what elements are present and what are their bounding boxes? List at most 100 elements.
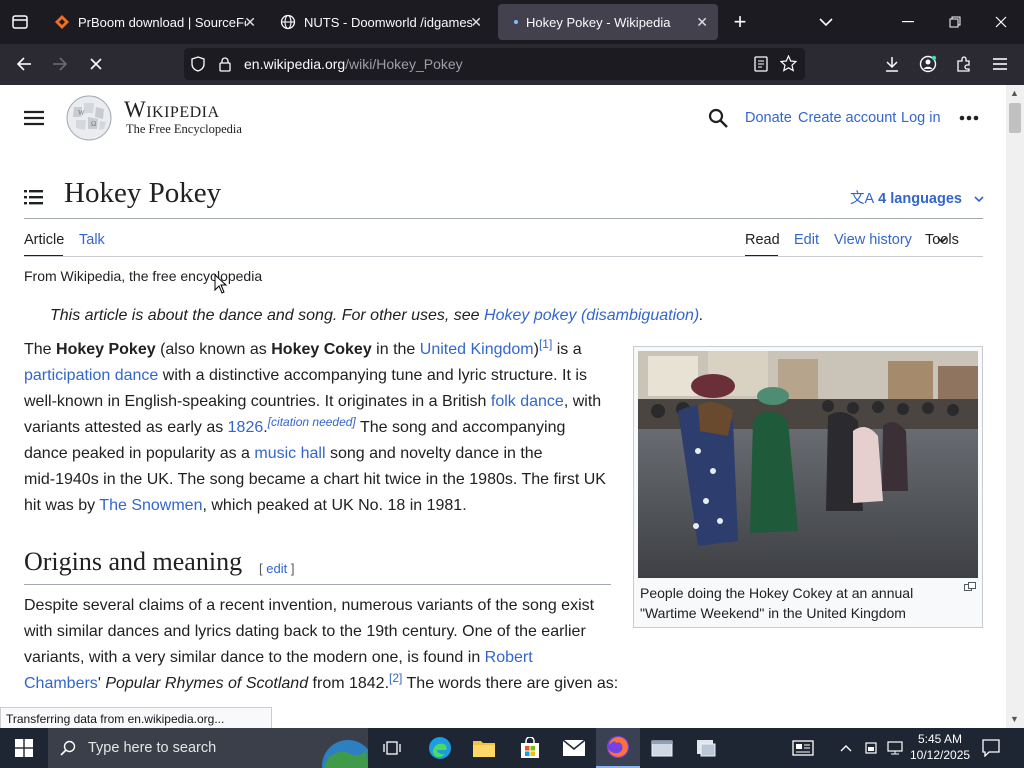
- firefox-app[interactable]: [596, 728, 640, 768]
- list-all-tabs-button[interactable]: [814, 10, 838, 34]
- robert-chambers-link[interactable]: Chambers: [24, 675, 98, 692]
- chevron-up-icon[interactable]: [840, 744, 852, 752]
- stop-icon: [90, 58, 102, 70]
- close-tab-icon[interactable]: ✕: [244, 14, 256, 31]
- year-1826-link[interactable]: 1826: [228, 419, 264, 436]
- image-caption: People doing the Hokey Cokey at an annua…: [640, 583, 913, 623]
- chevron-down-icon: [819, 17, 833, 26]
- robert-chambers-link[interactable]: Robert: [485, 649, 533, 666]
- firefox-view-button[interactable]: [8, 10, 32, 34]
- tab-talk[interactable]: Talk: [79, 232, 105, 248]
- intro-line: dance peaked in popularity as a music ha…: [24, 441, 606, 467]
- lock-icon[interactable]: [218, 56, 232, 72]
- start-button[interactable]: [2, 728, 46, 768]
- enlarge-icon[interactable]: [964, 582, 976, 591]
- disambiguation-link[interactable]: Hokey pokey (disambiguation): [484, 307, 699, 324]
- text: (also known as: [155, 341, 272, 358]
- reference-1-link[interactable]: [1]: [539, 337, 552, 351]
- book-title: Popular Rhymes of Scotland: [105, 675, 309, 692]
- origins-paragraph: Despite several claims of a recent inven…: [24, 593, 618, 697]
- mail-app[interactable]: [552, 728, 596, 768]
- tabs-divider: [24, 256, 983, 257]
- network-icon[interactable]: [886, 740, 904, 756]
- edit-section-link[interactable]: edit: [266, 561, 287, 576]
- united-kingdom-link[interactable]: United Kingdom: [420, 341, 534, 358]
- scroll-up-arrow-icon[interactable]: ▲: [1010, 88, 1019, 98]
- loading-dot-icon: [514, 20, 518, 24]
- tab-nuts[interactable]: NUTS - Doomworld /idgames d ✕: [270, 4, 492, 40]
- store-app[interactable]: [508, 728, 552, 768]
- intro-paragraph: The Hokey Pokey (also known as Hokey Cok…: [24, 337, 606, 519]
- more-options-icon[interactable]: [959, 115, 979, 121]
- clock[interactable]: 5:45 AM 10/12/2025: [910, 731, 970, 763]
- file-explorer-app[interactable]: [462, 728, 506, 768]
- music-hall-link[interactable]: music hall: [254, 445, 325, 462]
- wikipedia-globe-logo[interactable]: W Ω: [64, 95, 116, 141]
- text: is a: [552, 341, 582, 358]
- restore-button[interactable]: [943, 10, 967, 34]
- text: with a distinctive accompanying tune and…: [158, 367, 587, 384]
- tab-tools[interactable]: Tools: [925, 232, 959, 248]
- firefox-icon: [607, 736, 629, 758]
- table-of-contents-icon[interactable]: [24, 189, 44, 205]
- store-bag-icon: [521, 737, 539, 758]
- scrollbar-thumb[interactable]: [1009, 103, 1021, 133]
- search-icon[interactable]: [708, 108, 728, 128]
- citation-needed-link[interactable]: [citation needed]: [268, 415, 356, 429]
- forward-button[interactable]: [48, 52, 72, 76]
- new-tab-button[interactable]: +: [728, 9, 752, 34]
- wikipedia-wordmark[interactable]: Wikipedia: [124, 97, 220, 123]
- url-text[interactable]: en.wikipedia.org/wiki/Hokey_Pokey: [244, 56, 463, 72]
- reader-view-icon[interactable]: [754, 56, 768, 72]
- task-view-icon: [383, 741, 401, 755]
- app-window-1[interactable]: [640, 728, 684, 768]
- bookmark-star-icon[interactable]: [780, 55, 797, 72]
- search-highlight-globe-icon: [322, 740, 368, 768]
- address-bar[interactable]: en.wikipedia.org/wiki/Hokey_Pokey: [184, 48, 805, 80]
- extensions-button[interactable]: [952, 52, 976, 76]
- app-window-2[interactable]: [684, 728, 728, 768]
- back-button[interactable]: [12, 52, 36, 76]
- tab-read[interactable]: Read: [745, 232, 780, 248]
- wikipedia-tagline: The Free Encyclopedia: [126, 122, 242, 136]
- account-button[interactable]: [916, 52, 940, 76]
- tab-title: PrBoom download | SourceForg: [78, 14, 246, 30]
- notifications-icon[interactable]: [982, 739, 1000, 757]
- downloads-button[interactable]: [880, 52, 904, 76]
- participation-dance-link[interactable]: participation dance: [24, 367, 158, 384]
- battery-icon[interactable]: [864, 741, 878, 755]
- close-tab-icon[interactable]: ✕: [470, 14, 482, 31]
- scroll-down-arrow-icon[interactable]: ▼: [1010, 714, 1019, 724]
- minimize-icon: [902, 21, 914, 23]
- stop-loading-button[interactable]: [84, 52, 108, 76]
- tools-label: Tools: [925, 232, 959, 248]
- language-button[interactable]: 文A 4 languages: [850, 187, 984, 208]
- tab-prboom[interactable]: PrBoom download | SourceForg ✕: [44, 4, 266, 40]
- log-in-link[interactable]: Log in: [901, 110, 941, 126]
- task-view-button[interactable]: [370, 728, 414, 768]
- close-tab-icon[interactable]: ✕: [696, 14, 708, 31]
- dancers-photo[interactable]: [638, 351, 978, 578]
- text: dance peaked in popularity as a: [24, 445, 255, 462]
- reference-2-link[interactable]: [2]: [389, 671, 402, 685]
- news-widget-icon[interactable]: [792, 740, 814, 756]
- taskbar-search-box[interactable]: Type here to search: [48, 728, 368, 768]
- donate-link[interactable]: Donate: [745, 110, 792, 126]
- create-account-link[interactable]: Create account: [798, 110, 896, 126]
- intro-line: The Hokey Pokey (also known as Hokey Cok…: [24, 337, 606, 363]
- tab-hokey-pokey[interactable]: Hokey Pokey - Wikipedia ✕: [498, 4, 718, 40]
- the-snowmen-link[interactable]: The Snowmen: [99, 497, 202, 514]
- folk-dance-link[interactable]: folk dance: [491, 393, 564, 410]
- page-scrollbar[interactable]: ▲ ▼: [1006, 85, 1024, 728]
- close-window-button[interactable]: [989, 10, 1013, 34]
- intro-line: participation dance with a distinctive a…: [24, 363, 606, 389]
- app-menu-button[interactable]: [988, 52, 1012, 76]
- tab-article[interactable]: Article: [24, 232, 64, 248]
- main-menu-icon[interactable]: [24, 110, 44, 126]
- minimize-button[interactable]: [896, 10, 920, 34]
- shield-icon[interactable]: [190, 56, 206, 72]
- tab-view-history[interactable]: View history: [834, 232, 912, 248]
- tab-edit[interactable]: Edit: [794, 232, 819, 248]
- edge-app[interactable]: [418, 728, 462, 768]
- intro-line: hit was by The Snowmen, which peaked at …: [24, 493, 606, 519]
